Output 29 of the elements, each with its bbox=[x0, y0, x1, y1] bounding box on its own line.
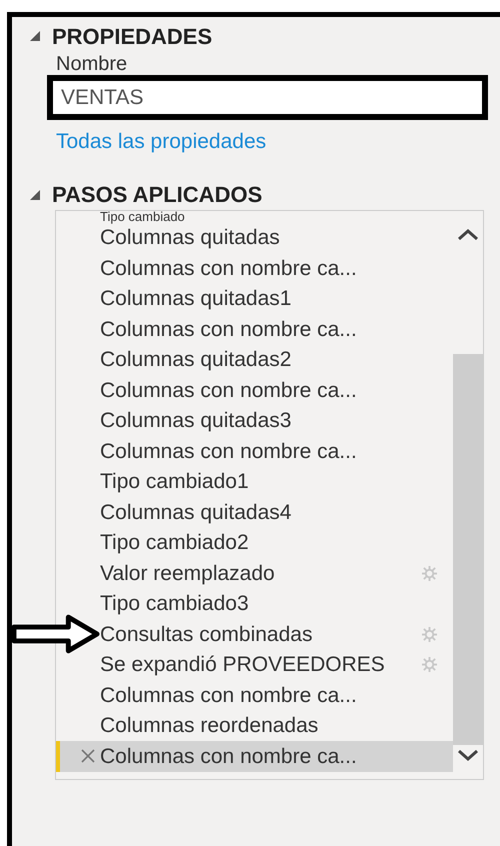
field-label: Nombre bbox=[56, 53, 128, 75]
step-item[interactable]: Columnas quitadas2 bbox=[100, 344, 453, 375]
step-item[interactable]: Columnas quitadas3 bbox=[100, 406, 453, 436]
collapse-triangle-icon[interactable] bbox=[30, 31, 40, 41]
name-field[interactable]: VENTAS bbox=[47, 75, 488, 120]
step-item[interactable]: Columnas con nombre ca... bbox=[100, 680, 453, 710]
section-title: PASOS APLICADOS bbox=[52, 181, 262, 209]
step-item[interactable]: Valor reemplazado bbox=[100, 558, 453, 588]
step-item[interactable]: Columnas quitadas bbox=[100, 222, 453, 253]
step-item[interactable]: Se expandió PROVEEDORES bbox=[100, 650, 453, 680]
scrollbar-thumb[interactable] bbox=[453, 354, 483, 744]
step-item[interactable]: Columnas con nombre ca... bbox=[100, 436, 453, 466]
scroll-up-icon[interactable] bbox=[456, 226, 480, 240]
step-item[interactable]: Columnas reordenadas bbox=[100, 710, 453, 741]
step-item[interactable]: Tipo cambiado3 bbox=[100, 588, 453, 619]
step-item[interactable]: Columnas con nombre ca... bbox=[100, 253, 453, 284]
step-item[interactable]: Columnas con nombre ca... bbox=[100, 375, 453, 406]
scroll-down-icon[interactable] bbox=[456, 748, 480, 762]
step-item[interactable]: Tipo cambiado2 bbox=[100, 528, 453, 558]
step-item[interactable]: Columnas quitadas1 bbox=[100, 284, 453, 314]
step-item[interactable]: Consultas combinadas bbox=[100, 619, 453, 650]
step-item[interactable]: Tipo cambiado bbox=[100, 210, 453, 222]
section-title: PROPIEDADES bbox=[52, 22, 212, 50]
step-item[interactable]: Tipo cambiado1 bbox=[100, 466, 453, 497]
delete-icon[interactable] bbox=[79, 747, 97, 766]
step-item[interactable]: Columnas con nombre ca... bbox=[100, 314, 453, 344]
step-item[interactable]: Columnas con nombre ca... bbox=[56, 741, 453, 772]
collapse-triangle-icon[interactable] bbox=[30, 190, 40, 200]
step-item[interactable]: Columnas quitadas4 bbox=[100, 497, 453, 528]
